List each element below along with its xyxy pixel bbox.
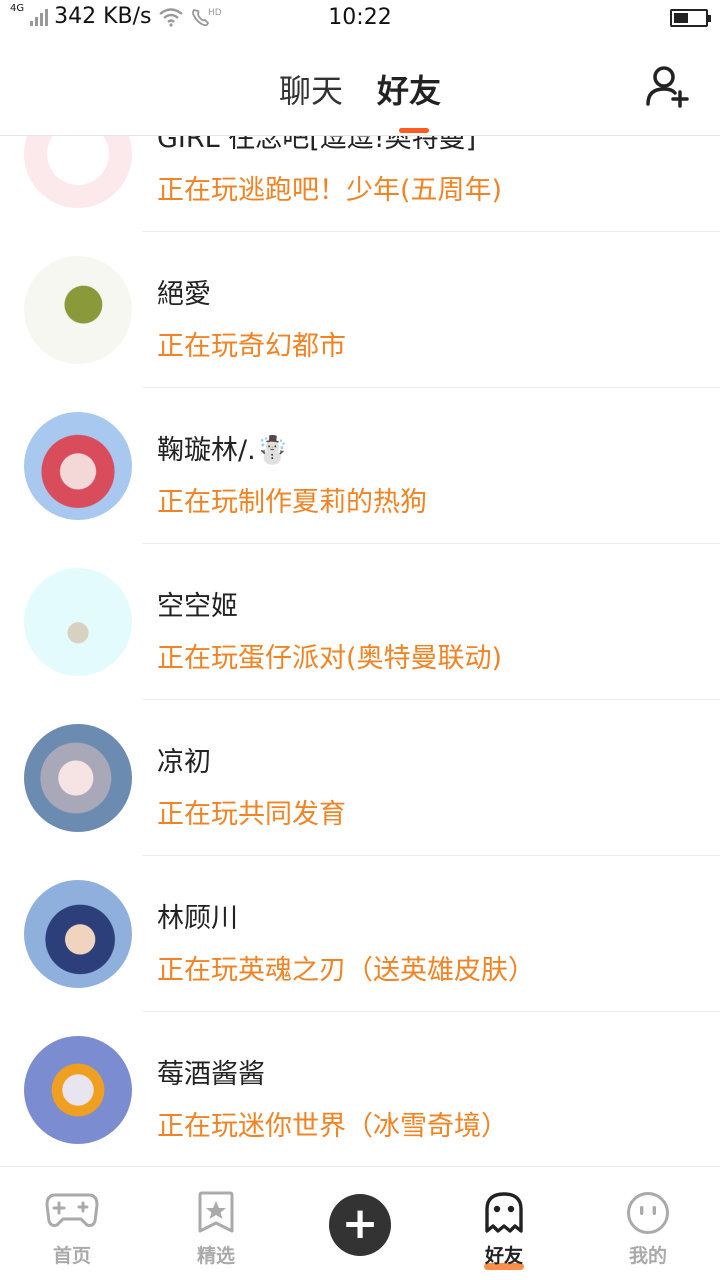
friend-row[interactable]: 莓酒酱酱 正在玩迷你世界（冰雪奇境） (0, 1012, 720, 1166)
nav-home[interactable]: 首页 (0, 1167, 144, 1280)
friend-name: 空空姬 (157, 591, 238, 622)
nav-friends-label: 好友 (484, 1245, 523, 1267)
friend-status: 正在玩共同发育 (157, 799, 346, 830)
friend-name: 絕愛 (157, 279, 211, 310)
battery-icon (670, 9, 711, 27)
nav-me-label: 我的 (628, 1245, 667, 1267)
clock: 10:22 (328, 5, 392, 30)
friend-name: GIRL 往念吧[逗逗!奥特曼] (157, 136, 477, 154)
friend-row[interactable]: 鞠璇林/.☃️ 正在玩制作夏莉的热狗 (0, 388, 720, 544)
friend-row[interactable]: 凉初 正在玩共同发育 (0, 700, 720, 856)
friend-row[interactable]: 空空姬 正在玩蛋仔派对(奥特曼联动) (0, 544, 720, 700)
nav-featured[interactable]: 精选 (144, 1167, 288, 1280)
face-icon (627, 1192, 669, 1234)
tab-chat[interactable]: 聊天 (279, 66, 343, 112)
nav-friends[interactable]: 好友 (432, 1167, 576, 1280)
friend-row[interactable]: 林顾川 正在玩英魂之刃（送英雄皮肤） (0, 856, 720, 1012)
avatar[interactable] (24, 880, 132, 988)
tab-friends[interactable]: 好友 (377, 66, 442, 133)
active-tab-indicator (399, 128, 429, 133)
avatar[interactable] (24, 256, 132, 364)
friend-name: 鞠璇林/.☃️ (157, 435, 290, 466)
friend-row[interactable]: 絕愛 正在玩奇幻都市 (0, 232, 720, 388)
header-tabs: 聊天 好友 (0, 66, 720, 133)
avatar[interactable] (24, 412, 132, 520)
plus-icon[interactable]: + (329, 1194, 391, 1256)
friend-row[interactable]: GIRL 往念吧[逗逗!奥特曼] 正在玩逃跑吧！少年(五周年) (0, 136, 720, 232)
friend-status: 正在玩制作夏莉的热狗 (157, 487, 427, 518)
friend-status: 正在玩逃跑吧！少年(五周年) (157, 175, 503, 206)
star-bookmark-icon (198, 1191, 234, 1233)
nav-create[interactable]: + (288, 1167, 432, 1280)
tab-friends-label: 好友 (377, 72, 442, 110)
nav-me[interactable]: 我的 (576, 1167, 720, 1280)
top-header: 聊天 好友 (0, 38, 720, 136)
avatar[interactable] (24, 724, 132, 832)
ghost-icon (485, 1192, 523, 1233)
friend-status: 正在玩英魂之刃（送英雄皮肤） (157, 955, 535, 986)
friend-name: 林顾川 (157, 903, 238, 934)
friend-name: 莓酒酱酱 (157, 1059, 265, 1090)
add-user-icon[interactable] (644, 64, 690, 110)
status-bar: 4G 342 KB/s HD 10:22 (0, 0, 720, 38)
nav-home-label: 首页 (52, 1245, 91, 1267)
avatar[interactable] (24, 568, 132, 676)
bottom-nav: 首页 精选 + 好友 我的 (0, 1166, 720, 1280)
nav-featured-label: 精选 (196, 1245, 235, 1267)
avatar[interactable] (24, 136, 132, 208)
friend-status: 正在玩奇幻都市 (157, 331, 346, 362)
friend-name: 凉初 (157, 747, 211, 778)
gamepad-icon (45, 1193, 99, 1227)
avatar[interactable] (24, 1036, 132, 1144)
friend-list[interactable]: GIRL 往念吧[逗逗!奥特曼] 正在玩逃跑吧！少年(五周年) 絕愛 正在玩奇幻… (0, 136, 720, 1166)
friend-status: 正在玩迷你世界（冰雪奇境） (157, 1111, 508, 1142)
friend-status: 正在玩蛋仔派对(奥特曼联动) (157, 643, 503, 674)
